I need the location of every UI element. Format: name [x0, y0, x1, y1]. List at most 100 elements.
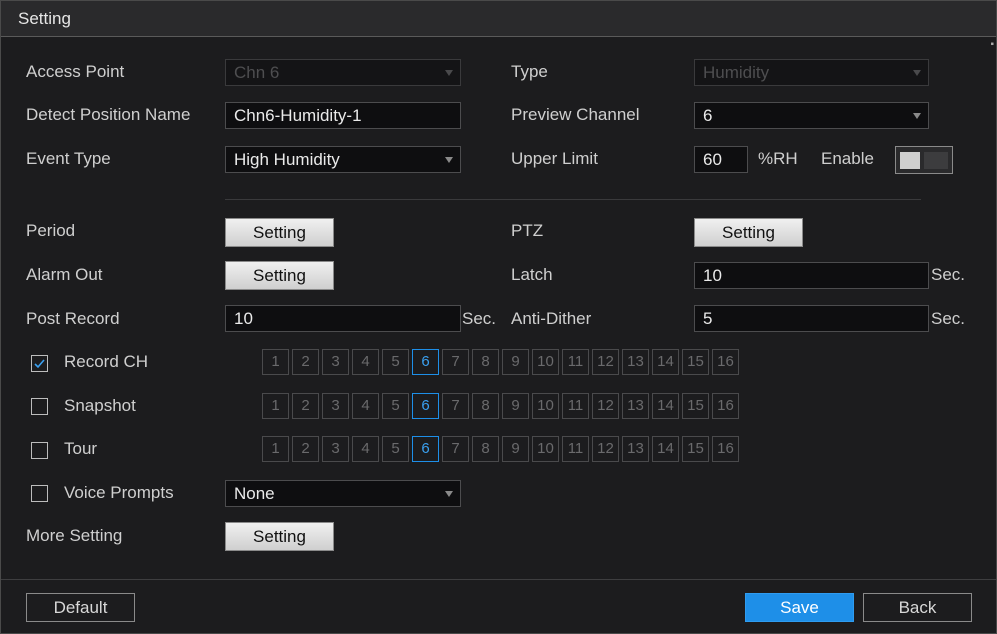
- snapshot-channel-button[interactable]: 4: [352, 393, 379, 419]
- voice-prompts-select[interactable]: None: [225, 480, 461, 507]
- tour-channel-button[interactable]: 4: [352, 436, 379, 462]
- record-channel-button[interactable]: 1: [262, 349, 289, 375]
- period-setting-button[interactable]: Setting: [225, 218, 334, 247]
- tour-channel-button[interactable]: 5: [382, 436, 409, 462]
- save-button[interactable]: Save: [745, 593, 854, 622]
- tour-checkbox[interactable]: [31, 442, 48, 459]
- snapshot-channel-button[interactable]: 10: [532, 393, 559, 419]
- back-button[interactable]: Back: [863, 593, 972, 622]
- snapshot-channels: 1 2 3 4 5 6 7 8 9 10 11 12 13 14 15 16: [262, 393, 742, 419]
- record-channel-button[interactable]: 7: [442, 349, 469, 375]
- tour-channel-button[interactable]: 2: [292, 436, 319, 462]
- snapshot-checkbox[interactable]: [31, 398, 48, 415]
- post-record-input[interactable]: 10: [225, 305, 461, 332]
- preview-channel-select[interactable]: 6: [694, 102, 929, 129]
- type-select: Humidity: [694, 59, 929, 86]
- tour-channel-button[interactable]: 11: [562, 436, 589, 462]
- tour-channel-button[interactable]: 10: [532, 436, 559, 462]
- chevron-down-icon: [913, 113, 921, 119]
- snapshot-channel-button[interactable]: 3: [322, 393, 349, 419]
- record-channel-button[interactable]: 6: [412, 349, 439, 375]
- snapshot-channel-button[interactable]: 12: [592, 393, 619, 419]
- snapshot-channel-button[interactable]: 7: [442, 393, 469, 419]
- post-record-value: 10: [234, 309, 253, 328]
- tour-channel-button[interactable]: 13: [622, 436, 649, 462]
- record-channel-button[interactable]: 9: [502, 349, 529, 375]
- snapshot-channel-button[interactable]: 2: [292, 393, 319, 419]
- record-channel-button[interactable]: 13: [622, 349, 649, 375]
- access-point-label: Access Point: [26, 62, 125, 81]
- record-channel-button[interactable]: 16: [712, 349, 739, 375]
- default-button[interactable]: Default: [26, 593, 135, 622]
- snapshot-channel-button[interactable]: 5: [382, 393, 409, 419]
- ptz-setting-button[interactable]: Setting: [694, 218, 803, 247]
- voice-prompts-checkbox[interactable]: [31, 485, 48, 502]
- enable-label: Enable: [821, 149, 874, 168]
- chevron-down-icon: [445, 491, 453, 497]
- title-bar: Setting: [1, 1, 996, 37]
- alarm-out-label: Alarm Out: [26, 265, 103, 284]
- upper-limit-value: 60: [703, 150, 722, 169]
- record-channel-button[interactable]: 14: [652, 349, 679, 375]
- snapshot-channel-button[interactable]: 13: [622, 393, 649, 419]
- snapshot-channel-button[interactable]: 1: [262, 393, 289, 419]
- tour-channel-button[interactable]: 1: [262, 436, 289, 462]
- detect-position-name-input[interactable]: Chn6-Humidity-1: [225, 102, 461, 129]
- ptz-label: PTZ: [511, 221, 544, 240]
- anti-dither-input[interactable]: 5: [694, 305, 929, 332]
- record-channel-button[interactable]: 5: [382, 349, 409, 375]
- alarm-out-setting-button[interactable]: Setting: [225, 261, 334, 290]
- record-ch-checkbox[interactable]: [31, 355, 48, 372]
- tour-channel-button[interactable]: 9: [502, 436, 529, 462]
- event-type-label: Event Type: [26, 149, 111, 168]
- tour-channel-button[interactable]: 3: [322, 436, 349, 462]
- tour-channel-button[interactable]: 8: [472, 436, 499, 462]
- snapshot-channel-button[interactable]: 15: [682, 393, 709, 419]
- snapshot-channel-button[interactable]: 6: [412, 393, 439, 419]
- record-channel-button[interactable]: 12: [592, 349, 619, 375]
- tour-channel-button[interactable]: 7: [442, 436, 469, 462]
- more-setting-button[interactable]: Setting: [225, 522, 334, 551]
- latch-input[interactable]: 10: [694, 262, 929, 289]
- more-setting-label: More Setting: [26, 526, 123, 545]
- record-channel-button[interactable]: 8: [472, 349, 499, 375]
- tour-channel-button[interactable]: 12: [592, 436, 619, 462]
- tour-channel-button[interactable]: 6: [412, 436, 439, 462]
- snapshot-channel-button[interactable]: 8: [472, 393, 499, 419]
- toggle-track: [924, 152, 948, 169]
- tour-channel-button[interactable]: 15: [682, 436, 709, 462]
- detect-position-name-value: Chn6-Humidity-1: [234, 106, 362, 125]
- chevron-down-icon: [445, 70, 453, 76]
- voice-prompts-value: None: [234, 484, 275, 503]
- access-point-select: Chn 6: [225, 59, 461, 86]
- record-channel-button[interactable]: 2: [292, 349, 319, 375]
- record-ch-channels: 1 2 3 4 5 6 7 8 9 10 11 12 13 14 15 16: [262, 349, 742, 375]
- anti-dither-value: 5: [703, 309, 713, 328]
- edge-marker: ▪: [990, 39, 994, 50]
- chevron-down-icon: [445, 157, 453, 163]
- event-type-select[interactable]: High Humidity: [225, 146, 461, 173]
- record-channel-button[interactable]: 15: [682, 349, 709, 375]
- voice-prompts-label: Voice Prompts: [64, 483, 174, 502]
- enable-toggle[interactable]: [895, 146, 953, 174]
- record-channel-button[interactable]: 11: [562, 349, 589, 375]
- preview-channel-value: 6: [703, 106, 713, 125]
- record-channel-button[interactable]: 4: [352, 349, 379, 375]
- post-record-unit: Sec.: [462, 309, 497, 328]
- anti-dither-label: Anti-Dither: [511, 309, 592, 328]
- snapshot-channel-button[interactable]: 16: [712, 393, 739, 419]
- snapshot-channel-button[interactable]: 9: [502, 393, 529, 419]
- tour-channel-button[interactable]: 14: [652, 436, 679, 462]
- latch-unit: Sec.: [931, 265, 966, 284]
- access-point-value: Chn 6: [234, 63, 280, 82]
- snapshot-channel-button[interactable]: 11: [562, 393, 589, 419]
- window-title: Setting: [18, 9, 71, 28]
- upper-limit-label: Upper Limit: [511, 149, 598, 168]
- record-channel-button[interactable]: 10: [532, 349, 559, 375]
- upper-limit-input[interactable]: 60: [694, 146, 748, 173]
- tour-channel-button[interactable]: 16: [712, 436, 739, 462]
- toggle-knob: [900, 152, 920, 169]
- record-channel-button[interactable]: 3: [322, 349, 349, 375]
- type-label: Type: [511, 62, 548, 81]
- snapshot-channel-button[interactable]: 14: [652, 393, 679, 419]
